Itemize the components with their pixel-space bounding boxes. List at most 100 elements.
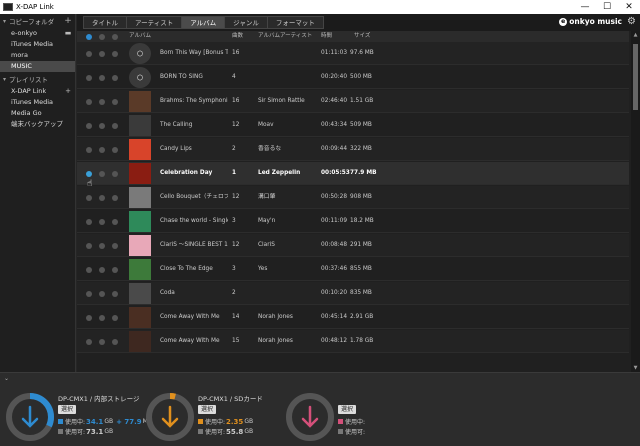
table-scrollbar[interactable]: ▲ ▼: [631, 31, 640, 372]
row-radio[interactable]: [99, 75, 105, 81]
row-select-radio[interactable]: [86, 267, 92, 273]
row-radio[interactable]: [112, 243, 118, 249]
col-album[interactable]: アルバム: [129, 31, 151, 42]
table-row[interactable]: BORN TO SING 4 00:20:40 500 MB: [77, 66, 629, 89]
col-time[interactable]: 時間: [321, 31, 332, 42]
select-all-radio[interactable]: [86, 34, 92, 40]
row-radio[interactable]: [112, 99, 118, 105]
table-row[interactable]: Born This Way [Bonus Tr 16 01:11:03 97.6 MB: [77, 42, 629, 65]
row-select-radio[interactable]: [86, 147, 92, 153]
sidebar-folder-item[interactable]: mora: [0, 50, 75, 61]
row-select-radio[interactable]: [86, 219, 92, 225]
row-select-radio[interactable]: [86, 291, 92, 297]
row-select-radio[interactable]: [86, 51, 92, 57]
playlists-header[interactable]: ▾ プレイリスト: [0, 72, 75, 86]
row-select-radio[interactable]: [86, 171, 92, 177]
table-row[interactable]: ClariS ～SINGLE BEST 1s 12 ClariS 00:08:48 29…: [77, 234, 629, 257]
table-header: アルバム 曲数 アルバムアーティスト 時間 サイズ: [77, 31, 629, 42]
row-radio[interactable]: [112, 339, 118, 345]
album-artist: Norah Jones: [258, 338, 293, 344]
tab-2[interactable]: アルバム: [181, 16, 226, 29]
sidebar-item-label: Media Go: [11, 109, 42, 117]
tab-4[interactable]: フォーマット: [266, 16, 324, 29]
row-select-radio[interactable]: [86, 243, 92, 249]
select-device-button[interactable]: 選択: [58, 405, 77, 414]
row-radio[interactable]: [99, 339, 105, 345]
row-radio[interactable]: [112, 195, 118, 201]
sidebar-folder-item[interactable]: e-onkyo ▬: [0, 28, 75, 39]
row-radio[interactable]: [99, 243, 105, 249]
maximize-button[interactable]: ☐: [596, 0, 618, 14]
row-select-radio[interactable]: [86, 315, 92, 321]
row-radio[interactable]: [112, 75, 118, 81]
row-radio[interactable]: [99, 99, 105, 105]
row-select-radio[interactable]: [86, 123, 92, 129]
col-album-artist[interactable]: アルバムアーティスト: [258, 31, 312, 42]
table-row[interactable]: Close To The Edge 3 Yes 00:37:46 855 MB: [77, 258, 629, 281]
column-radio[interactable]: [99, 34, 105, 40]
scroll-up-icon[interactable]: ▲: [631, 32, 640, 38]
row-radio[interactable]: [99, 195, 105, 201]
onkyo-music-logo[interactable]: e onkyo music: [559, 17, 622, 26]
table-row[interactable]: Come Away With Me 15 Norah Jones 00:48:12 1.…: [77, 330, 629, 353]
table-row[interactable]: Celebration Day 1 Led Zeppelin 00:05:53 77.9…: [77, 162, 629, 185]
sidebar-playlist-item[interactable]: Media Go: [0, 108, 75, 119]
row-radio[interactable]: [99, 147, 105, 153]
col-size[interactable]: サイズ: [354, 31, 370, 42]
row-select-radio[interactable]: [86, 75, 92, 81]
table-row[interactable]: The Calling 12 Moav 00:43:34 509 MB: [77, 114, 629, 137]
close-button[interactable]: ✕: [618, 0, 640, 14]
row-radio[interactable]: [112, 147, 118, 153]
chevron-down-icon[interactable]: ⌄: [4, 375, 9, 382]
gear-icon[interactable]: ⚙: [627, 17, 636, 27]
scroll-down-icon[interactable]: ▼: [631, 365, 640, 371]
tab-3[interactable]: ジャンル: [224, 16, 268, 29]
file-size: 908 MB: [350, 194, 372, 200]
row-radio[interactable]: [112, 123, 118, 129]
minimize-button[interactable]: —: [574, 0, 596, 14]
album-title: Come Away With Me: [160, 314, 220, 320]
sidebar-folder-item[interactable]: iTunes Media: [0, 39, 75, 50]
sidebar-playlist-item[interactable]: iTunes Media: [0, 97, 75, 108]
row-radio[interactable]: [99, 123, 105, 129]
row-radio[interactable]: [112, 51, 118, 57]
sidebar-playlist-item[interactable]: 端末バックアップ: [0, 119, 75, 130]
column-radio[interactable]: [112, 34, 118, 40]
row-radio[interactable]: [112, 267, 118, 273]
table-row[interactable]: Candy Lips 2 香音るな 00:09:44 322 MB: [77, 138, 629, 161]
row-radio[interactable]: [99, 51, 105, 57]
col-tracks[interactable]: 曲数: [232, 31, 243, 42]
tab-0[interactable]: タイトル: [83, 16, 127, 29]
row-radio[interactable]: [99, 291, 105, 297]
select-device-button[interactable]: 選択: [338, 405, 357, 414]
folder-icon[interactable]: ▬: [61, 28, 75, 39]
sidebar-item-label: iTunes Media: [11, 98, 54, 106]
table-row[interactable]: Cello Bouquet（チェロブーケ 12 溝口肇 00:50:28908 MB: [77, 186, 629, 209]
file-size: 509 MB: [350, 122, 372, 128]
table-row[interactable]: Brahms: The Symphonie 16 Sir Simon Rattle 0…: [77, 90, 629, 113]
row-radio[interactable]: [112, 315, 118, 321]
row-radio[interactable]: [99, 171, 105, 177]
sidebar-folder-item[interactable]: MUSIC: [0, 61, 75, 72]
table-row[interactable]: Coda 2 00:10:20 835 MB: [77, 282, 629, 305]
row-radio[interactable]: [112, 291, 118, 297]
row-radio[interactable]: [99, 219, 105, 225]
table-row[interactable]: Come Away With Me 14 Norah Jones 00:45:14 2.…: [77, 306, 629, 329]
row-select-radio[interactable]: [86, 99, 92, 105]
album-table: アルバム 曲数 アルバムアーティスト 時間 サイズ Born This Way …: [77, 31, 640, 372]
tab-1[interactable]: アーティスト: [126, 16, 183, 29]
row-radio[interactable]: [99, 315, 105, 321]
scrollbar-thumb[interactable]: [633, 44, 638, 110]
add-playlist-icon[interactable]: +: [61, 86, 75, 97]
sidebar-item-label: iTunes Media: [11, 40, 54, 48]
add-folder-icon[interactable]: +: [61, 16, 75, 26]
row-select-radio[interactable]: [86, 195, 92, 201]
row-radio[interactable]: [112, 219, 118, 225]
select-device-button[interactable]: 選択: [198, 405, 217, 414]
row-radio[interactable]: [112, 171, 118, 177]
row-radio[interactable]: [99, 267, 105, 273]
copy-folders-header[interactable]: ▾ コピーフォルダ +: [0, 14, 75, 28]
table-row[interactable]: Chase the world - Single 3 May'n 00:11:09 18…: [77, 210, 629, 233]
sidebar-playlist-item[interactable]: X-DAP Link +: [0, 86, 75, 97]
row-select-radio[interactable]: [86, 339, 92, 345]
